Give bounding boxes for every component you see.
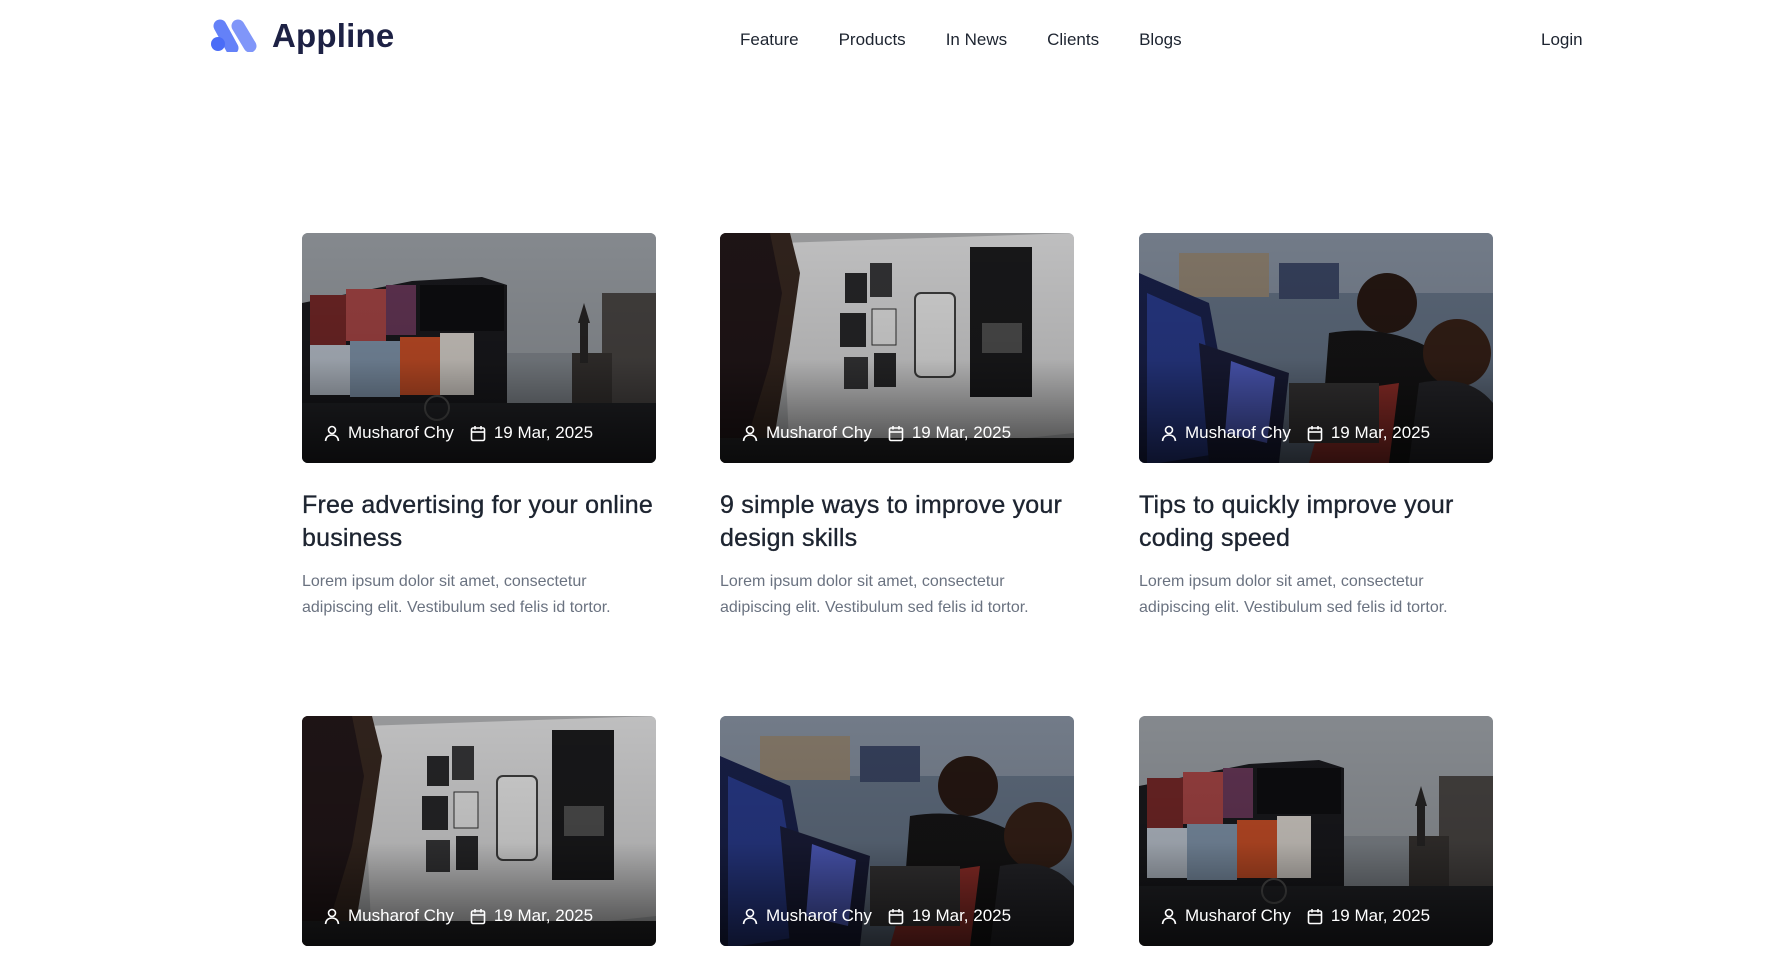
post-date: 19 Mar, 2025 bbox=[493, 423, 594, 442]
appline-logo-icon bbox=[211, 19, 257, 52]
blog-card-image[interactable]: Musharof Chy 19 Mar, 2025 bbox=[720, 716, 1074, 946]
post-date: 19 Mar, 2025 bbox=[493, 906, 594, 925]
nav-link-feature[interactable]: Feature bbox=[740, 30, 799, 50]
blog-card-meta: Musharof Chy 19 Mar, 2025 bbox=[324, 906, 593, 926]
blog-card-image[interactable]: Musharof Chy 19 Mar, 2025 bbox=[1139, 233, 1493, 463]
blog-card-excerpt: Lorem ipsum dolor sit amet, consectetur … bbox=[720, 573, 1029, 616]
blog-card-image[interactable]: Musharof Chy 19 Mar, 2025 bbox=[1139, 716, 1493, 946]
calendar-icon bbox=[888, 425, 904, 442]
blog-card-title[interactable]: 9 simple ways to improve your design ski… bbox=[720, 489, 1074, 555]
post-date: 19 Mar, 2025 bbox=[1330, 423, 1431, 442]
user-icon bbox=[742, 908, 758, 925]
main-nav: Feature Products In News Clients Blogs bbox=[740, 30, 1222, 50]
blog-card-meta: Musharof Chy 19 Mar, 2025 bbox=[742, 906, 1011, 926]
nav-link-clients[interactable]: Clients bbox=[1047, 30, 1099, 50]
site-header: Appline Feature Products In News Clients… bbox=[0, 0, 1787, 80]
blog-card-excerpt: Lorem ipsum dolor sit amet, consectetur … bbox=[302, 573, 611, 616]
author-name: Musharof Chy bbox=[766, 906, 872, 925]
nav-link-blogs[interactable]: Blogs bbox=[1139, 30, 1182, 50]
calendar-icon bbox=[470, 908, 486, 925]
blog-card: Musharof Chy 19 Mar, 2025 Free advertisi… bbox=[302, 233, 656, 621]
calendar-icon bbox=[1307, 908, 1323, 925]
blog-card-title[interactable]: Tips to quickly improve your coding spee… bbox=[1139, 489, 1493, 555]
calendar-icon bbox=[888, 908, 904, 925]
author-name: Musharof Chy bbox=[1185, 906, 1291, 925]
blog-card: Musharof Chy 19 Mar, 2025 Tips to quickl… bbox=[1139, 233, 1493, 621]
blog-card-meta: Musharof Chy 19 Mar, 2025 bbox=[1161, 423, 1430, 443]
user-icon bbox=[324, 425, 340, 442]
calendar-icon bbox=[470, 425, 486, 442]
post-date: 19 Mar, 2025 bbox=[911, 906, 1012, 925]
blog-card: Musharof Chy 19 Mar, 2025 9 simple ways … bbox=[720, 233, 1074, 621]
blog-card-title[interactable]: Free advertising for your online busines… bbox=[302, 489, 656, 555]
blog-card-meta: Musharof Chy 19 Mar, 2025 bbox=[324, 423, 593, 443]
nav-link-in-news[interactable]: In News bbox=[946, 30, 1007, 50]
author-name: Musharof Chy bbox=[766, 423, 872, 442]
blog-card-image[interactable]: Musharof Chy 19 Mar, 2025 bbox=[302, 716, 656, 946]
blog-card-meta: Musharof Chy 19 Mar, 2025 bbox=[742, 423, 1011, 443]
user-icon bbox=[1161, 425, 1177, 442]
brand-logo[interactable]: Appline bbox=[210, 18, 394, 52]
blog-card: Musharof Chy 19 Mar, 2025 bbox=[302, 716, 656, 946]
calendar-icon bbox=[1307, 425, 1323, 442]
post-date: 19 Mar, 2025 bbox=[911, 423, 1012, 442]
user-icon bbox=[742, 425, 758, 442]
blog-card-image[interactable]: Musharof Chy 19 Mar, 2025 bbox=[302, 233, 656, 463]
brand-name: Appline bbox=[272, 16, 395, 54]
blog-card-meta: Musharof Chy 19 Mar, 2025 bbox=[1161, 906, 1430, 926]
login-link[interactable]: Login bbox=[1541, 30, 1583, 50]
blog-card: Musharof Chy 19 Mar, 2025 bbox=[720, 716, 1074, 946]
blog-card-image[interactable]: Musharof Chy 19 Mar, 2025 bbox=[720, 233, 1074, 463]
user-icon bbox=[1161, 908, 1177, 925]
user-icon bbox=[324, 908, 340, 925]
blog-card: Musharof Chy 19 Mar, 2025 bbox=[1139, 716, 1493, 946]
author-name: Musharof Chy bbox=[348, 906, 454, 925]
nav-link-products[interactable]: Products bbox=[839, 30, 906, 50]
author-name: Musharof Chy bbox=[348, 423, 454, 442]
author-name: Musharof Chy bbox=[1185, 423, 1291, 442]
post-date: 19 Mar, 2025 bbox=[1330, 906, 1431, 925]
blog-card-excerpt: Lorem ipsum dolor sit amet, consectetur … bbox=[1139, 573, 1448, 616]
